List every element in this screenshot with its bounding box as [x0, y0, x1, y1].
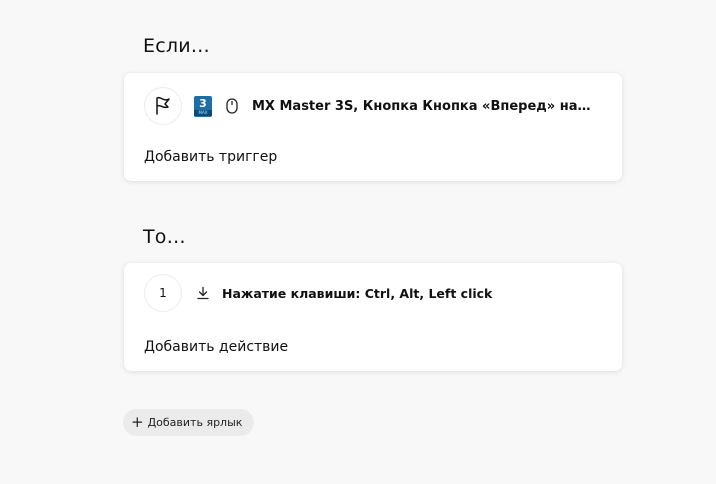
trigger-description[interactable]: MX Master 3S, Кнопка Кнопка «Вперед» на… — [252, 99, 590, 114]
trigger-type-circle[interactable] — [144, 87, 182, 125]
flag-icon — [156, 96, 170, 115]
trigger-card: 3 MAX MX Master 3S, Кнопка Кнопка «Впере… — [124, 73, 622, 181]
add-shortcut-button[interactable]: + Добавить ярлык — [123, 409, 255, 436]
add-trigger-button[interactable]: Добавить триггер — [144, 149, 277, 165]
if-section-title: Если… — [143, 35, 210, 57]
step-number-circle: 1 — [144, 274, 182, 312]
action-description[interactable]: Нажатие клавиши: Ctrl, Alt, Left click — [222, 286, 492, 301]
plus-icon: + — [131, 413, 144, 431]
action-row[interactable]: 1 Нажатие клавиши: Ctrl, Alt, Left click — [144, 274, 492, 312]
mouse-icon — [226, 98, 238, 114]
step-number: 1 — [159, 286, 167, 300]
add-action-button[interactable]: Добавить действие — [144, 339, 288, 355]
add-shortcut-label: Добавить ярлык — [147, 416, 243, 429]
3dsmax-app-icon: 3 MAX — [194, 95, 212, 117]
then-section-title: То… — [143, 226, 186, 248]
trigger-row[interactable]: 3 MAX MX Master 3S, Кнопка Кнопка «Впере… — [144, 87, 590, 125]
shortcut-editor: Если… 3 MAX MX Master 3S, Кнопка Кнопка … — [0, 0, 716, 484]
action-card: 1 Нажатие клавиши: Ctrl, Alt, Left click… — [124, 263, 622, 371]
download-icon — [196, 286, 210, 300]
